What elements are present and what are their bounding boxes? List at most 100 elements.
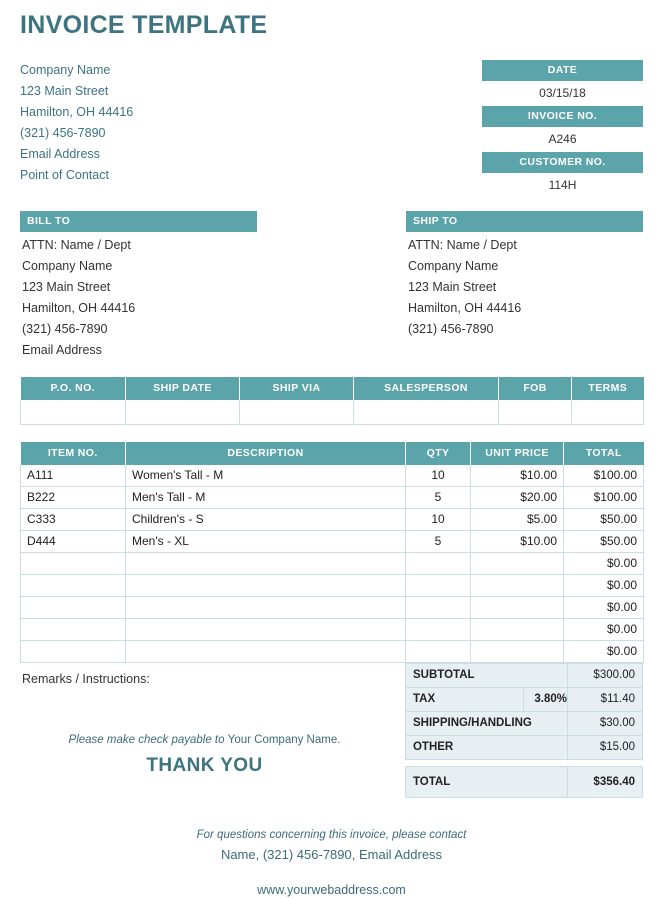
cell-ship-via[interactable] <box>239 399 354 425</box>
cell-total: $100.00 <box>563 486 644 509</box>
cell-ship-date[interactable] <box>125 399 240 425</box>
cell-description[interactable]: Children's - S <box>125 508 406 531</box>
bill-to-line: (321) 456-7890 <box>22 321 108 336</box>
cell-item-no[interactable] <box>20 618 126 641</box>
cell-description[interactable] <box>125 618 406 641</box>
table-row: $0.00 <box>20 618 644 641</box>
cell-item-no[interactable]: B222 <box>20 486 126 509</box>
totals-summary-table: SUBTOTAL $300.00 TAX 3.80% $11.40 SHIPPI… <box>404 662 643 798</box>
cell-qty[interactable] <box>405 640 471 663</box>
subtotal-value: $300.00 <box>567 662 643 688</box>
other-value[interactable]: $15.00 <box>567 734 643 760</box>
table-row: $0.00 <box>20 640 644 663</box>
company-line: Point of Contact <box>20 167 109 182</box>
cell-item-no[interactable]: C333 <box>20 508 126 531</box>
cell-description[interactable] <box>125 552 406 575</box>
ship-to-line: 123 Main Street <box>408 279 497 294</box>
cell-salesperson[interactable] <box>353 399 499 425</box>
cell-total: $100.00 <box>563 464 644 487</box>
table-header-row: ITEM NO. DESCRIPTION QTY UNIT PRICE TOTA… <box>20 441 644 465</box>
table-row: A111 Women's Tall - M 10 $10.00 $100.00 <box>20 464 644 487</box>
col-salesperson: SALESPERSON <box>353 376 499 400</box>
company-line: 123 Main Street <box>20 83 109 98</box>
table-row <box>20 399 644 425</box>
cell-unit-price[interactable]: $5.00 <box>470 508 564 531</box>
payable-note-company: Your Company Name. <box>227 733 341 746</box>
cell-qty[interactable] <box>405 552 471 575</box>
ship-to-line: Company Name <box>408 258 499 273</box>
table-row: $0.00 <box>20 596 644 619</box>
header-section: Company Name 123 Main Street Hamilton, O… <box>20 59 643 198</box>
ship-to-block: SHIP TO ATTN: Name / Dept Company Name 1… <box>406 210 643 361</box>
cell-item-no[interactable]: D444 <box>20 530 126 553</box>
total-label: TOTAL <box>404 765 569 798</box>
bill-to-line: Company Name <box>22 258 113 273</box>
footer-website-line[interactable]: www.yourwebaddress.com <box>20 881 643 899</box>
cell-total: $0.00 <box>563 596 644 619</box>
cell-description[interactable] <box>125 574 406 597</box>
invoice-no-label: INVOICE NO. <box>482 105 643 127</box>
ship-to-line: Hamilton, OH 44416 <box>408 300 522 315</box>
summary-spacer <box>405 759 643 766</box>
cell-total: $0.00 <box>563 574 644 597</box>
other-label: OTHER <box>404 734 569 760</box>
cell-item-no[interactable] <box>20 640 126 663</box>
invoice-no-value[interactable]: A246 <box>482 127 643 152</box>
cell-qty[interactable]: 10 <box>405 508 471 531</box>
summary-row-other: OTHER $15.00 <box>404 734 643 760</box>
cell-po-no[interactable] <box>20 399 126 425</box>
shipping-value[interactable]: $30.00 <box>567 710 643 736</box>
cell-description[interactable]: Men's Tall - M <box>125 486 406 509</box>
bill-to-line: Email Address <box>22 342 102 357</box>
remarks-label: Remarks / Instructions: <box>22 671 150 686</box>
invoice-meta-block: DATE 03/15/18 INVOICE NO. A246 CUSTOMER … <box>482 59 643 198</box>
summary-row-total: TOTAL $356.40 <box>404 765 643 798</box>
cell-unit-price[interactable] <box>470 574 564 597</box>
ship-to-line: ATTN: Name / Dept <box>408 237 517 252</box>
cell-unit-price[interactable] <box>470 596 564 619</box>
cell-description[interactable]: Men's - XL <box>125 530 406 553</box>
cell-fob[interactable] <box>498 399 572 425</box>
bill-to-line: Hamilton, OH 44416 <box>22 300 136 315</box>
date-value[interactable]: 03/15/18 <box>482 81 643 106</box>
cell-item-no[interactable] <box>20 596 126 619</box>
cell-item-no[interactable]: A111 <box>20 464 126 487</box>
cell-unit-price[interactable]: $10.00 <box>470 530 564 553</box>
cell-unit-price[interactable]: $10.00 <box>470 464 564 487</box>
cell-terms[interactable] <box>571 399 644 425</box>
company-info-block: Company Name 123 Main Street Hamilton, O… <box>20 60 350 186</box>
shipping-label: SHIPPING/HANDLING <box>404 710 569 736</box>
cell-unit-price[interactable] <box>470 552 564 575</box>
bottom-section: Remarks / Instructions: Please make chec… <box>20 662 643 798</box>
customer-no-label: CUSTOMER NO. <box>482 151 643 173</box>
cell-description[interactable]: Women's Tall - M <box>125 464 406 487</box>
summary-row-tax: TAX 3.80% $11.40 <box>404 686 643 712</box>
cell-unit-price[interactable] <box>470 640 564 663</box>
payable-note: Please make check payable to Your Compan… <box>20 734 405 746</box>
cell-total: $0.00 <box>563 618 644 641</box>
table-header-row: P.O. NO. SHIP DATE SHIP VIA SALESPERSON … <box>20 376 644 400</box>
cell-qty[interactable] <box>405 574 471 597</box>
cell-description[interactable] <box>125 640 406 663</box>
cell-qty[interactable] <box>405 596 471 619</box>
col-fob: FOB <box>498 376 572 400</box>
cell-qty[interactable] <box>405 618 471 641</box>
shipping-details-table: P.O. NO. SHIP DATE SHIP VIA SALESPERSON … <box>20 376 644 425</box>
cell-item-no[interactable] <box>20 552 126 575</box>
tax-rate[interactable]: 3.80% <box>523 686 568 712</box>
total-value: $356.40 <box>567 765 643 798</box>
cell-unit-price[interactable]: $20.00 <box>470 486 564 509</box>
customer-no-value[interactable]: 114H <box>482 173 643 198</box>
cell-total: $0.00 <box>563 640 644 663</box>
company-line: (321) 456-7890 <box>20 125 106 140</box>
bill-to-line: 123 Main Street <box>22 279 111 294</box>
cell-qty[interactable]: 10 <box>405 464 471 487</box>
cell-qty[interactable]: 5 <box>405 486 471 509</box>
cell-description[interactable] <box>125 596 406 619</box>
cell-item-no[interactable] <box>20 574 126 597</box>
cell-qty[interactable]: 5 <box>405 530 471 553</box>
cell-total: $50.00 <box>563 530 644 553</box>
summary-row-subtotal: SUBTOTAL $300.00 <box>404 662 643 688</box>
cell-unit-price[interactable] <box>470 618 564 641</box>
company-line: Company Name <box>20 62 111 77</box>
